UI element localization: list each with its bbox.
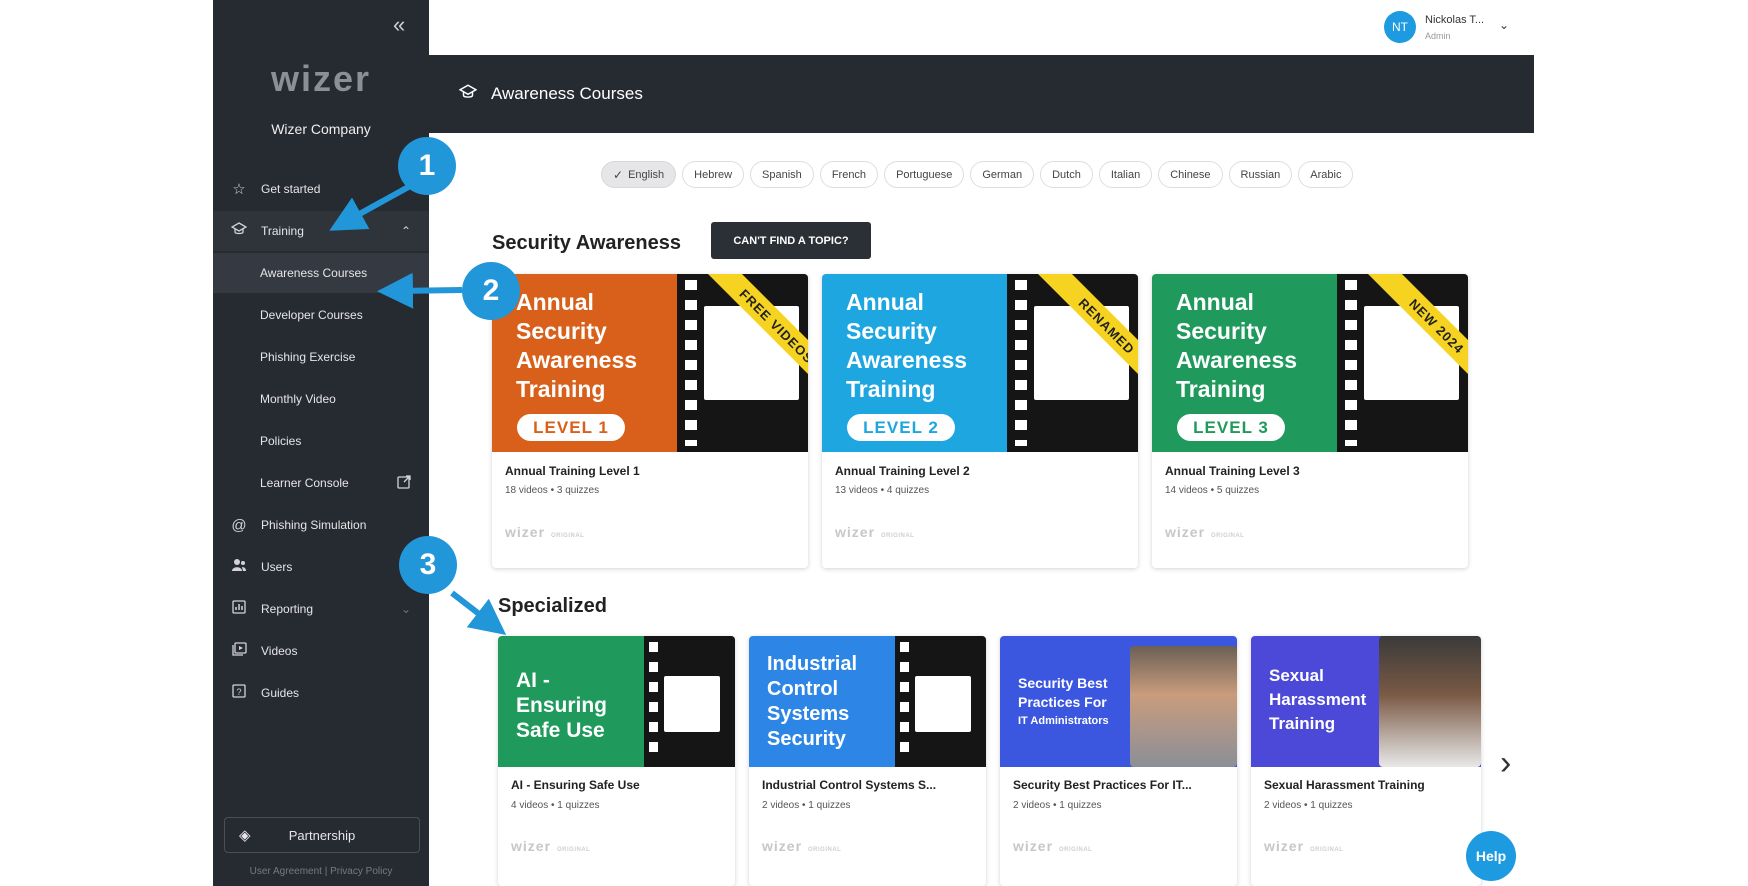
app-root: « wizer Wizer Company ☆ Get started Trai… (0, 0, 1748, 886)
callout-arrow-2 (377, 272, 463, 309)
callout-badge-1: 1 (398, 137, 456, 195)
callout-arrow-3 (450, 590, 507, 636)
callout-badge-2: 2 (462, 262, 520, 320)
annotation-arrows (329, 182, 507, 636)
callout-arrow-1 (329, 182, 414, 231)
callout-badge-3: 3 (399, 536, 457, 594)
